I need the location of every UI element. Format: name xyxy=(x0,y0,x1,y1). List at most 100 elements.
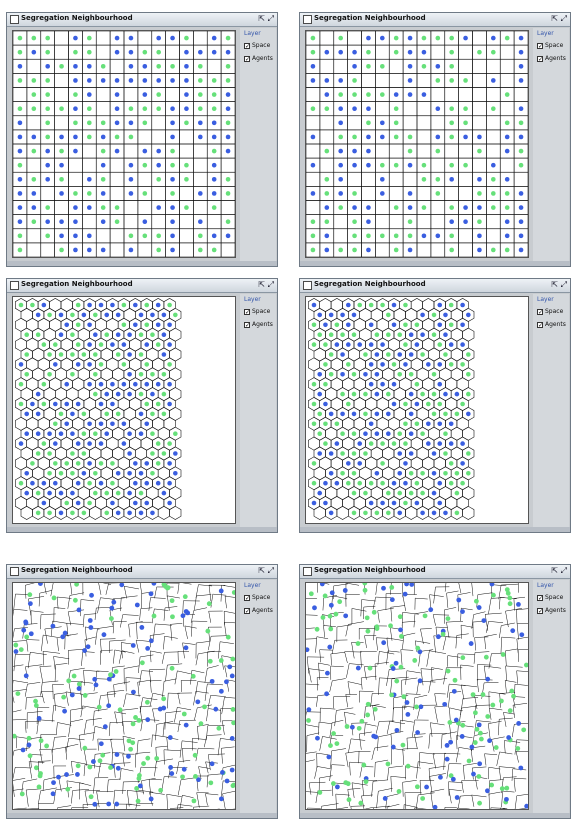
voronoi-edge xyxy=(456,724,459,741)
agent-dot xyxy=(478,730,483,736)
maximize-icon[interactable]: ⤢ xyxy=(561,14,567,24)
voronoi-edge xyxy=(140,654,154,658)
grid-cell xyxy=(137,242,153,257)
voronoi-edge xyxy=(112,621,115,634)
voronoi-edge xyxy=(108,778,121,781)
grid-cell xyxy=(109,228,125,244)
voronoi-edge xyxy=(142,697,158,700)
title-bar[interactable]: Segregation Neighbourhood ⇱ ⤢ xyxy=(300,565,570,579)
maximize-icon[interactable]: ⤢ xyxy=(561,566,567,576)
agent-dot xyxy=(448,362,454,367)
agent-dot xyxy=(449,35,454,41)
grid-cell xyxy=(486,58,501,74)
grid-cell xyxy=(347,31,362,46)
agent-dot xyxy=(345,480,351,486)
detach-icon[interactable]: ⇱ xyxy=(551,280,558,290)
title-bar[interactable]: Segregation Neighbourhood ⇱ ⤢ xyxy=(7,13,277,27)
agent-dot xyxy=(412,658,418,663)
title-bar[interactable]: Segregation Neighbourhood ⇱ ⤢ xyxy=(7,565,277,579)
voronoi-edge xyxy=(150,679,162,682)
space-checkbox[interactable]: ✓ xyxy=(244,309,250,316)
title-bar[interactable]: Segregation Neighbourhood ⇱ ⤢ xyxy=(300,279,570,293)
agents-checkbox[interactable]: ✓ xyxy=(244,56,250,63)
layer-title: Layer xyxy=(537,582,554,589)
agent-dot xyxy=(167,500,172,506)
agent-dot xyxy=(17,106,23,111)
maximize-icon[interactable]: ⤢ xyxy=(268,280,274,290)
agent-dot xyxy=(426,401,431,407)
agent-dot xyxy=(100,752,106,758)
voronoi-edge xyxy=(113,649,115,664)
agents-checkbox[interactable]: ✓ xyxy=(537,322,543,329)
maximize-icon[interactable]: ⤢ xyxy=(268,14,274,24)
agent-dot xyxy=(397,372,403,377)
agent-dot xyxy=(17,35,23,41)
agents-checkbox[interactable]: ✓ xyxy=(537,56,543,63)
space-canvas[interactable] xyxy=(305,30,529,258)
voronoi-edge xyxy=(400,649,414,651)
agent-dot xyxy=(104,431,110,436)
voronoi-edge xyxy=(390,605,406,608)
agent-dot xyxy=(24,372,30,377)
voronoi-edge xyxy=(390,776,407,778)
agent-dot xyxy=(504,796,509,802)
agent-dot xyxy=(93,391,98,397)
agents-label: Agents xyxy=(545,607,566,614)
detach-icon[interactable]: ⇱ xyxy=(258,14,265,24)
grid-cell xyxy=(333,214,348,230)
title-bar[interactable]: Segregation Neighbourhood ⇱ ⤢ xyxy=(300,13,570,27)
agent-dot xyxy=(363,779,369,785)
voronoi-edge xyxy=(447,655,461,658)
agent-dot xyxy=(386,510,391,516)
agent-dot xyxy=(184,106,189,111)
agent-dot xyxy=(47,490,52,496)
space-checkbox[interactable]: ✓ xyxy=(537,595,543,602)
voronoi-edge xyxy=(43,634,57,638)
agent-dot xyxy=(209,761,215,767)
space-canvas[interactable] xyxy=(12,582,236,810)
agent-dot xyxy=(420,431,425,436)
voronoi-edge xyxy=(306,732,320,736)
voronoi-edge xyxy=(27,711,43,714)
voronoi-edge xyxy=(30,610,44,613)
agent-dot xyxy=(121,421,127,427)
title-bar[interactable]: Segregation Neighbourhood ⇱ ⤢ xyxy=(7,279,277,293)
detach-icon[interactable]: ⇱ xyxy=(258,566,265,576)
agent-dot xyxy=(137,773,142,778)
agent-dot xyxy=(144,461,150,466)
voronoi-edge xyxy=(24,721,27,733)
space-checkbox[interactable]: ✓ xyxy=(537,43,543,50)
voronoi-edge xyxy=(84,790,88,806)
agent-dot xyxy=(408,411,414,417)
space-checkbox[interactable]: ✓ xyxy=(244,595,250,602)
space-canvas[interactable] xyxy=(305,296,529,524)
agent-dot xyxy=(491,162,496,168)
agent-dot xyxy=(24,332,30,337)
grid-cell xyxy=(430,44,446,60)
agent-dot xyxy=(167,480,172,486)
voronoi-edge xyxy=(152,734,168,738)
maximize-icon[interactable]: ⤢ xyxy=(561,280,567,290)
agent-dot xyxy=(211,120,217,126)
agents-checkbox[interactable]: ✓ xyxy=(244,608,250,615)
voronoi-edge xyxy=(93,777,96,794)
agents-checkbox[interactable]: ✓ xyxy=(244,322,250,329)
space-canvas[interactable] xyxy=(12,296,236,524)
detach-icon[interactable]: ⇱ xyxy=(551,14,558,24)
space-checkbox[interactable]: ✓ xyxy=(537,309,543,316)
space-checkbox[interactable]: ✓ xyxy=(244,43,250,50)
detach-icon[interactable]: ⇱ xyxy=(258,280,265,290)
agent-dot xyxy=(400,742,406,748)
agent-dot xyxy=(476,605,482,610)
grid-cell xyxy=(179,129,194,145)
agent-dot xyxy=(320,615,326,620)
hex-cell xyxy=(20,505,33,520)
detach-icon[interactable]: ⇱ xyxy=(551,566,558,576)
space-canvas[interactable] xyxy=(305,582,529,810)
voronoi-edge xyxy=(463,765,465,780)
grid-cell xyxy=(388,143,404,159)
space-canvas[interactable] xyxy=(12,30,236,258)
agents-checkbox[interactable]: ✓ xyxy=(537,608,543,615)
grid-cell xyxy=(430,214,446,230)
maximize-icon[interactable]: ⤢ xyxy=(268,566,274,576)
